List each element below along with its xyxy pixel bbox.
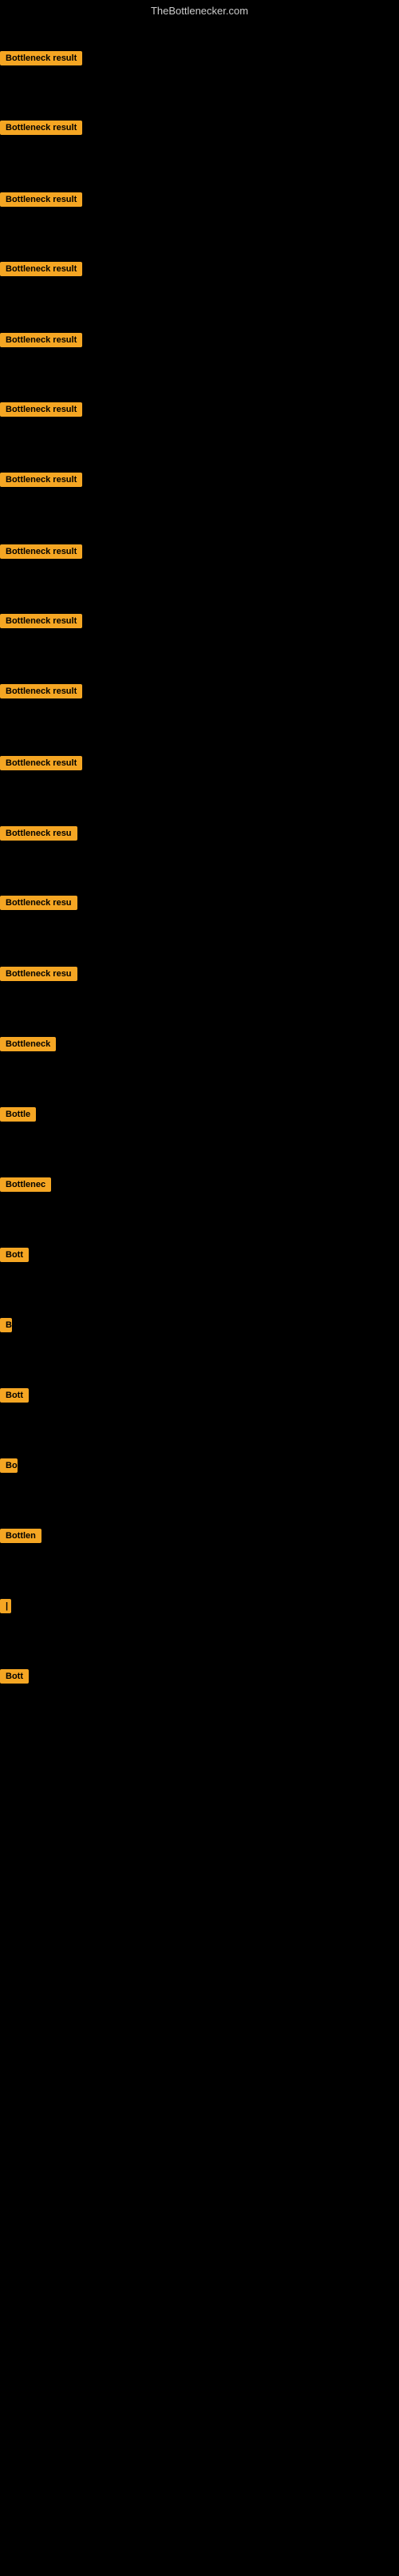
bottleneck-result-item: Bottleneck resu (0, 967, 77, 985)
bottleneck-result-item: Bottleneck result (0, 121, 82, 139)
bottleneck-result-badge: Bottle (0, 1107, 36, 1122)
bottleneck-result-item: Bottleneck result (0, 51, 82, 69)
bottleneck-result-item: Bott (0, 1388, 29, 1407)
bottleneck-result-badge: B (0, 1318, 12, 1332)
bottleneck-result-badge: Bottleneck resu (0, 826, 77, 841)
bottleneck-result-item: Bottleneck result (0, 333, 82, 351)
bottleneck-result-item: Bottleneck resu (0, 826, 77, 845)
bottleneck-result-item: Bottleneck result (0, 684, 82, 702)
bottleneck-result-item: Bottleneck result (0, 192, 82, 211)
bottleneck-result-badge: Bottleneck result (0, 51, 82, 65)
bottleneck-result-item: Bottlenec (0, 1177, 51, 1196)
bottleneck-result-badge: Bott (0, 1388, 29, 1403)
bottleneck-result-item: Bottlen (0, 1529, 41, 1547)
bottleneck-result-item: Bo (0, 1458, 18, 1477)
bottleneck-result-badge: Bo (0, 1458, 18, 1473)
bottleneck-result-item: Bottleneck result (0, 402, 82, 421)
bottleneck-result-item: | (0, 1599, 11, 1617)
site-title: TheBottlenecker.com (0, 0, 399, 22)
bottleneck-result-badge: | (0, 1599, 11, 1613)
bottleneck-result-item: Bottle (0, 1107, 36, 1126)
bottleneck-result-badge: Bottleneck result (0, 262, 82, 276)
bottleneck-result-badge: Bottleneck result (0, 473, 82, 487)
bottleneck-result-badge: Bottleneck resu (0, 896, 77, 910)
bottleneck-result-badge: Bottleneck (0, 1037, 56, 1051)
bottleneck-result-item: B (0, 1318, 12, 1336)
bottleneck-result-item: Bottleneck resu (0, 896, 77, 914)
bottleneck-result-badge: Bottleneck result (0, 544, 82, 559)
bottleneck-result-badge: Bottleneck result (0, 402, 82, 417)
bottleneck-result-item: Bottleneck result (0, 756, 82, 774)
bottleneck-result-badge: Bottleneck resu (0, 967, 77, 981)
bottleneck-result-badge: Bott (0, 1669, 29, 1684)
bottleneck-result-badge: Bott (0, 1248, 29, 1262)
bottleneck-result-item: Bottleneck result (0, 262, 82, 280)
bottleneck-result-item: Bott (0, 1248, 29, 1266)
bottleneck-result-badge: Bottleneck result (0, 756, 82, 770)
bottleneck-result-item: Bottleneck result (0, 614, 82, 632)
bottleneck-result-badge: Bottleneck result (0, 614, 82, 628)
bottleneck-result-item: Bottleneck result (0, 473, 82, 491)
bottleneck-result-badge: Bottleneck result (0, 121, 82, 135)
bottleneck-result-item: Bottleneck result (0, 544, 82, 563)
bottleneck-result-badge: Bottleneck result (0, 192, 82, 207)
bottleneck-result-badge: Bottlenec (0, 1177, 51, 1192)
bottleneck-result-badge: Bottleneck result (0, 684, 82, 698)
bottleneck-result-item: Bottleneck (0, 1037, 56, 1055)
bottleneck-result-badge: Bottlen (0, 1529, 41, 1543)
bottleneck-result-badge: Bottleneck result (0, 333, 82, 347)
bottleneck-result-item: Bott (0, 1669, 29, 1688)
